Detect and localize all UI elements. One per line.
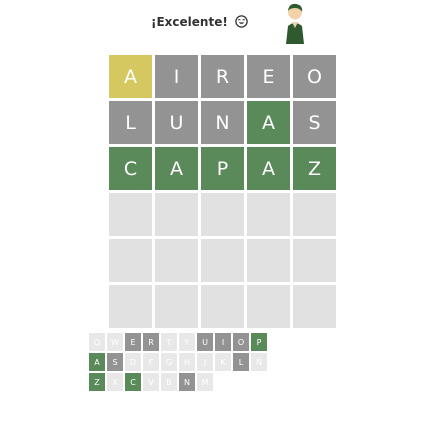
board-tile: A xyxy=(155,147,198,190)
keyboard-row: ZXCVBNM xyxy=(89,373,213,391)
board-tile xyxy=(155,285,198,328)
board-tile xyxy=(293,239,336,282)
key-n[interactable]: N xyxy=(179,373,195,391)
board-tile: N xyxy=(201,101,244,144)
key-c[interactable]: C xyxy=(125,373,141,391)
status-text: ¡Excelente! xyxy=(151,15,228,29)
board-tile xyxy=(293,285,336,328)
key-e[interactable]: E xyxy=(125,333,141,351)
board-tile xyxy=(293,193,336,236)
board-tile xyxy=(201,193,244,236)
board-tile: I xyxy=(155,55,198,98)
board-tile xyxy=(155,239,198,282)
key-x[interactable]: X xyxy=(107,373,123,391)
board-tile: A xyxy=(109,55,152,98)
key-y[interactable]: Y xyxy=(179,333,195,351)
board-tile: Z xyxy=(293,147,336,190)
board-tile: S xyxy=(293,101,336,144)
key-p[interactable]: P xyxy=(251,333,267,351)
keyboard-row: ASDFGHJKLÑ xyxy=(89,353,267,371)
board-tile xyxy=(247,285,290,328)
board-tile xyxy=(247,239,290,282)
board-tile xyxy=(247,193,290,236)
board-tile: R xyxy=(201,55,244,98)
key-h[interactable]: H xyxy=(179,353,195,371)
status-message: ¡Excelente! xyxy=(151,14,248,32)
key-d[interactable]: D xyxy=(125,353,141,371)
board-tile: A xyxy=(247,147,290,190)
keyboard-row: QWERTYUIOP xyxy=(89,333,267,351)
key-j[interactable]: J xyxy=(197,353,213,371)
board-tile xyxy=(109,285,152,328)
board-tile: C xyxy=(109,147,152,190)
key-w[interactable]: W xyxy=(107,333,123,351)
key-b[interactable]: B xyxy=(161,373,177,391)
key-l[interactable]: L xyxy=(233,353,249,371)
key-z[interactable]: Z xyxy=(89,373,105,391)
board-tile: E xyxy=(247,55,290,98)
header: ¡Excelente! xyxy=(0,0,445,48)
key-u[interactable]: U xyxy=(197,333,213,351)
key-s[interactable]: S xyxy=(107,353,123,371)
key-g[interactable]: G xyxy=(161,353,177,371)
key-k[interactable]: K xyxy=(215,353,231,371)
key-t[interactable]: T xyxy=(161,333,177,351)
board-tile: O xyxy=(293,55,336,98)
board-tile xyxy=(109,239,152,282)
key-v[interactable]: V xyxy=(143,373,159,391)
key-q[interactable]: Q xyxy=(89,333,105,351)
board-tile xyxy=(109,193,152,236)
key-f[interactable]: F xyxy=(143,353,159,371)
board-tile xyxy=(201,239,244,282)
board-tile: L xyxy=(109,101,152,144)
key-r[interactable]: R xyxy=(143,333,159,351)
board-tile: U xyxy=(155,101,198,144)
board-tile xyxy=(155,193,198,236)
board-tile xyxy=(201,285,244,328)
board-tile: P xyxy=(201,147,244,190)
key-i[interactable]: I xyxy=(215,333,231,351)
key-m[interactable]: M xyxy=(197,373,213,391)
board-tile: A xyxy=(247,101,290,144)
key-ñ[interactable]: Ñ xyxy=(251,353,267,371)
key-o[interactable]: O xyxy=(233,333,249,351)
person-avatar-icon[interactable] xyxy=(280,2,310,46)
key-a[interactable]: A xyxy=(89,353,105,371)
game-board: AIREOLUNASCAPAZ xyxy=(109,55,339,328)
smiley-face-icon xyxy=(235,15,248,32)
